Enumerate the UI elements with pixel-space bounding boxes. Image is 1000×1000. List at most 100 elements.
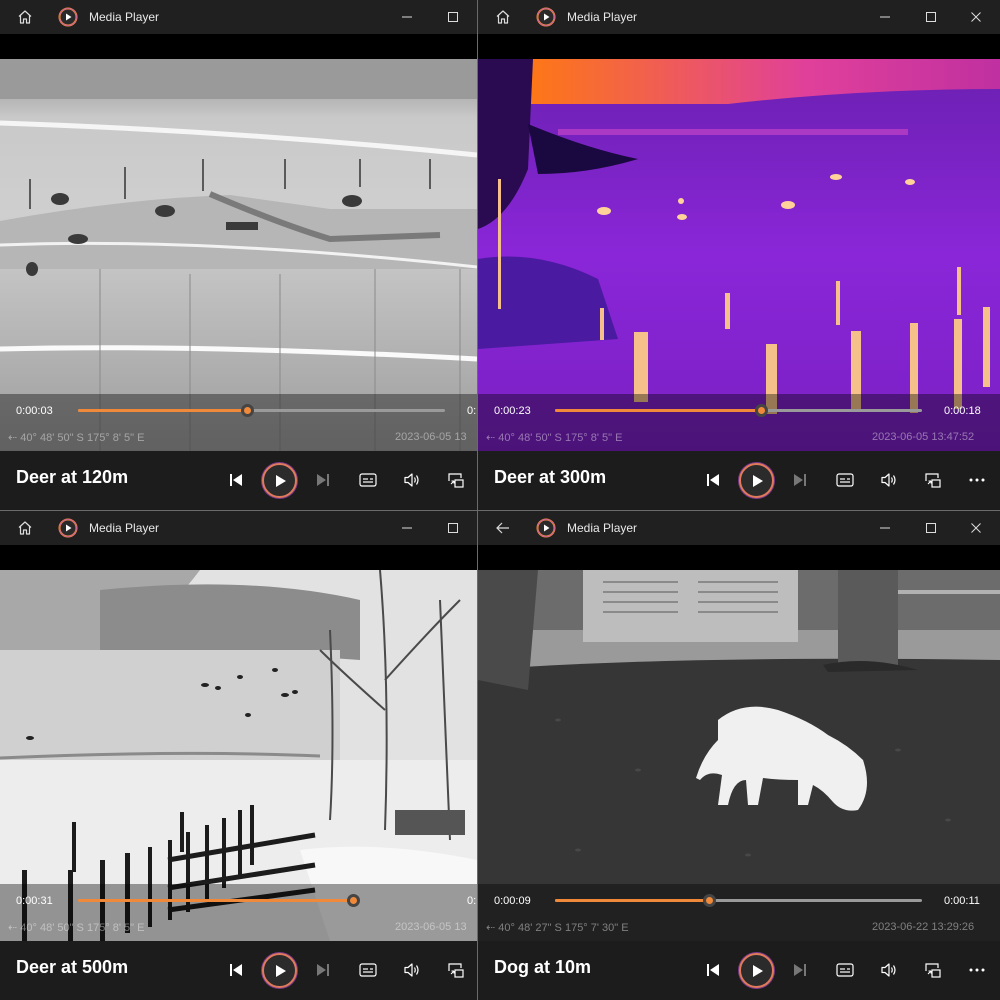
more-options-button[interactable] — [962, 955, 992, 985]
letterbox-bar — [0, 34, 477, 59]
app-title: Media Player — [89, 521, 160, 535]
seek-bar-thumb[interactable] — [240, 404, 254, 417]
miniplayer-icon — [925, 963, 941, 978]
volume-button[interactable] — [874, 955, 904, 985]
seek-bar-thumb[interactable] — [703, 894, 717, 907]
current-time: 0:00:09 — [494, 895, 531, 907]
play-button[interactable] — [262, 463, 297, 498]
video-title: Deer at 300m — [494, 467, 607, 487]
minimize-button[interactable] — [862, 511, 908, 545]
transport-overlay: 0:00:09 0:00:11 ⇠ 40° 48' 27" S 175° 7' … — [478, 884, 1000, 941]
skip-previous-icon — [230, 964, 242, 976]
seek-bar-progress — [78, 899, 354, 902]
next-button[interactable] — [308, 465, 338, 495]
maximize-icon — [448, 12, 458, 22]
miniplayer-button[interactable] — [441, 465, 471, 495]
video-surface[interactable] — [0, 59, 477, 451]
video-title: Deer at 120m — [16, 467, 129, 487]
video-title: Deer at 500m — [16, 957, 129, 977]
letterbox-bar — [478, 545, 1000, 570]
seek-bar[interactable] — [555, 894, 922, 907]
total-time: 0:00:11 — [944, 895, 980, 907]
back-button[interactable] — [488, 511, 518, 545]
thermal-video-frame — [478, 59, 1000, 451]
more-options-button[interactable] — [962, 465, 992, 495]
app-title: Media Player — [89, 10, 160, 24]
miniplayer-button[interactable] — [918, 465, 948, 495]
minimize-button[interactable] — [862, 0, 908, 34]
minimize-icon — [880, 16, 890, 18]
current-time: 0:00:23 — [494, 405, 531, 417]
total-time: 0:00:18 — [944, 405, 981, 417]
compass-icon: ⇠ — [486, 922, 499, 934]
subtitles-button[interactable] — [830, 955, 860, 985]
minimize-button[interactable] — [384, 511, 430, 545]
previous-button[interactable] — [221, 465, 251, 495]
control-bar: Deer at 500m — [0, 941, 477, 1000]
subtitles-icon — [359, 473, 377, 487]
previous-button[interactable] — [698, 465, 728, 495]
title-bar[interactable]: Media Player — [478, 511, 1000, 545]
minimize-button[interactable] — [384, 0, 430, 34]
maximize-button[interactable] — [908, 511, 954, 545]
subtitles-button[interactable] — [353, 955, 383, 985]
volume-button[interactable] — [874, 465, 904, 495]
media-player-window-deer-500m: Media Player 0:00:31 0: ⇠ 40° 48' 50" S … — [0, 511, 477, 1000]
seek-bar[interactable] — [555, 404, 922, 417]
skip-previous-icon — [707, 964, 719, 976]
volume-button[interactable] — [397, 955, 427, 985]
home-icon — [496, 10, 510, 24]
minimize-icon — [880, 527, 890, 529]
miniplayer-icon — [448, 473, 464, 488]
play-button[interactable] — [739, 953, 774, 988]
seek-bar-thumb[interactable] — [754, 404, 768, 417]
subtitles-button[interactable] — [353, 465, 383, 495]
control-bar: Deer at 120m — [0, 451, 477, 510]
subtitles-icon — [359, 963, 377, 977]
current-time: 0:00:31 — [16, 895, 53, 907]
media-player-logo-icon — [58, 7, 78, 27]
miniplayer-button[interactable] — [441, 955, 471, 985]
next-button[interactable] — [308, 955, 338, 985]
media-player-logo-icon — [536, 518, 556, 538]
title-bar[interactable]: Media Player — [478, 0, 1000, 34]
total-time: 0: — [467, 895, 477, 907]
home-button[interactable] — [10, 0, 40, 34]
volume-icon — [881, 473, 896, 487]
seek-bar-progress — [78, 409, 247, 412]
volume-button[interactable] — [397, 465, 427, 495]
title-bar[interactable]: Media Player — [0, 0, 477, 34]
back-arrow-icon — [496, 522, 509, 534]
close-button[interactable] — [953, 511, 999, 545]
next-button[interactable] — [785, 465, 815, 495]
close-button[interactable] — [953, 0, 999, 34]
recording-timestamp: 2023-06-05 13 — [395, 921, 467, 933]
maximize-button[interactable] — [908, 0, 954, 34]
home-button[interactable] — [488, 0, 518, 34]
maximize-button[interactable] — [430, 511, 476, 545]
play-button[interactable] — [262, 953, 297, 988]
letterbox-bar — [478, 34, 1000, 59]
miniplayer-button[interactable] — [918, 955, 948, 985]
maximize-button[interactable] — [430, 0, 476, 34]
seek-bar-thumb[interactable] — [347, 894, 361, 907]
title-bar[interactable]: Media Player — [0, 511, 477, 545]
close-icon — [971, 523, 981, 533]
media-player-logo-icon — [536, 7, 556, 27]
recording-timestamp: 2023-06-22 13:29:26 — [872, 921, 975, 933]
gps-coordinates: ⇠ 40° 48' 50" S 175° 8' 5" E — [486, 431, 622, 444]
compass-icon: ⇠ — [486, 432, 499, 444]
video-title: Dog at 10m — [494, 957, 592, 977]
minimize-icon — [402, 16, 412, 18]
video-surface[interactable] — [478, 59, 1000, 451]
seek-bar[interactable] — [78, 404, 445, 417]
play-button[interactable] — [739, 463, 774, 498]
app-title: Media Player — [567, 521, 638, 535]
recording-timestamp: 2023-06-05 13 — [395, 431, 467, 443]
home-button[interactable] — [10, 511, 40, 545]
seek-bar[interactable] — [78, 894, 445, 907]
next-button[interactable] — [785, 955, 815, 985]
subtitles-button[interactable] — [830, 465, 860, 495]
previous-button[interactable] — [698, 955, 728, 985]
previous-button[interactable] — [221, 955, 251, 985]
